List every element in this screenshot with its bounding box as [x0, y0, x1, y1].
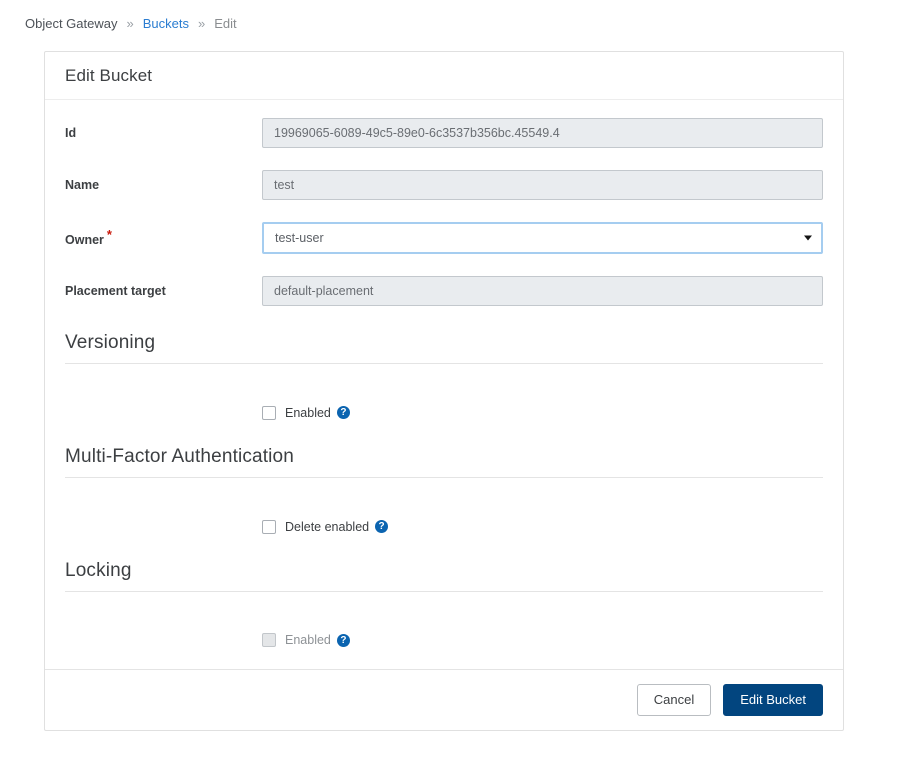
form-row-owner: Owner * test-user	[65, 222, 823, 254]
help-circle-icon[interactable]: ?	[336, 633, 350, 647]
breadcrumb-item-buckets[interactable]: Buckets	[143, 16, 189, 31]
breadcrumb-separator-icon: »	[126, 15, 134, 31]
section-body-locking: Enabled ?	[65, 607, 823, 648]
section-title-mfa: Multi-Factor Authentication	[65, 446, 823, 478]
help-circle-icon[interactable]: ?	[336, 406, 350, 420]
id-input[interactable]	[262, 118, 823, 148]
breadcrumb-separator-icon: »	[197, 15, 206, 31]
breadcrumb: Object Gateway » Buckets » Edit	[0, 0, 913, 36]
locking-enabled-checkbox	[262, 633, 276, 648]
mfa-delete-enabled-row: Delete enabled ?	[65, 519, 823, 534]
owner-field-wrap: test-user	[262, 222, 823, 254]
versioning-enabled-checkbox[interactable]	[262, 405, 276, 420]
page-title: Edit Bucket	[65, 65, 153, 85]
help-circle-icon[interactable]: ?	[375, 520, 389, 534]
form-row-id: Id	[65, 118, 823, 148]
name-field-wrap	[262, 170, 823, 200]
locking-enabled-row: Enabled ?	[65, 633, 823, 648]
placement-target-field-wrap	[262, 276, 823, 306]
owner-label-text: Owner	[65, 233, 104, 248]
versioning-enabled-row: Enabled ?	[65, 405, 823, 420]
locking-enabled-label: Enabled	[285, 633, 331, 648]
card-body: Id Name Owner* test-user	[45, 100, 843, 669]
required-asterisk-icon: *	[106, 227, 112, 243]
card-header: Edit Bucket	[45, 52, 843, 100]
breadcrumb-item-object-gateway: Object Gateway	[25, 15, 118, 31]
placement-target-label: Placement target	[65, 284, 166, 298]
submit-edit-bucket-button[interactable]: Edit Bucket	[723, 684, 823, 716]
mfa-delete-enabled-checkbox[interactable]	[262, 519, 276, 534]
breadcrumb-item-edit: Edit	[214, 15, 237, 31]
owner-label: Owner *	[65, 228, 262, 247]
section-versioning: Versioning Enabled ?	[65, 332, 823, 420]
edit-bucket-card: Edit Bucket Id Name Owner* test-user	[44, 51, 844, 731]
id-field-wrap	[262, 118, 823, 148]
cancel-button[interactable]: Cancel	[636, 684, 712, 716]
card-footer: Cancel Edit Bucket	[45, 669, 843, 730]
placement-target-input[interactable]	[262, 276, 823, 306]
section-body-mfa: Delete enabled ?	[65, 494, 823, 534]
section-title-versioning: Versioning	[65, 332, 823, 364]
name-input[interactable]	[262, 170, 823, 200]
form-row-placement-target: Placement target	[65, 276, 823, 306]
section-locking: Locking Enabled ?	[65, 560, 823, 648]
form-row-name: Name	[65, 170, 823, 200]
name-label: Name	[65, 178, 100, 192]
section-body-versioning: Enabled ?	[65, 380, 823, 420]
versioning-enabled-label[interactable]: Enabled	[285, 406, 331, 420]
mfa-delete-enabled-label[interactable]: Delete enabled	[285, 520, 369, 534]
section-title-locking: Locking	[65, 560, 823, 592]
owner-select[interactable]: test-user	[262, 222, 823, 254]
section-mfa: Multi-Factor Authentication Delete enabl…	[65, 446, 823, 534]
id-label: Id	[65, 126, 77, 140]
